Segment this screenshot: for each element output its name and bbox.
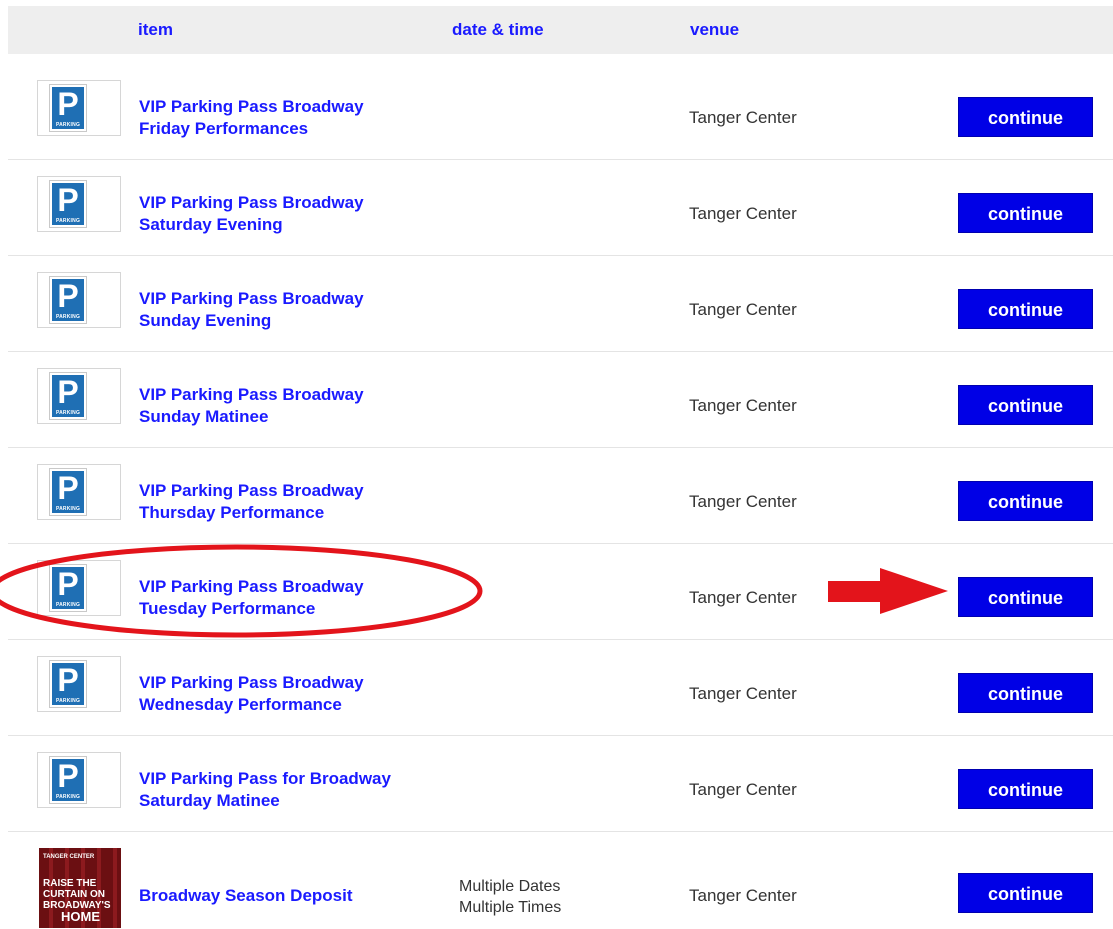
venue-name: Tanger Center <box>689 300 797 319</box>
continue-button[interactable]: continue <box>958 873 1093 913</box>
continue-button[interactable]: continue <box>958 97 1093 137</box>
parking-sign: P PARKING <box>49 276 87 324</box>
parking-word: PARKING <box>55 122 81 128</box>
parking-sign-icon[interactable]: P PARKING <box>37 176 121 232</box>
parking-word: PARKING <box>55 698 81 704</box>
parking-letter: P <box>57 758 79 794</box>
dates-line: Multiple Dates <box>459 878 561 895</box>
parking-letter: P <box>57 278 79 314</box>
parking-word: PARKING <box>55 218 81 224</box>
item-title-line1[interactable]: VIP Parking Pass Broadway <box>139 96 364 118</box>
parking-sign-icon[interactable]: P PARKING <box>37 656 121 712</box>
venue-name: Tanger Center <box>689 684 797 703</box>
continue-button[interactable]: continue <box>958 193 1093 233</box>
parking-sign: P PARKING <box>49 564 87 612</box>
parking-word: PARKING <box>55 410 81 416</box>
poster-tagline: RAISE THE CURTAIN ON BROADWAY'S <box>43 878 111 911</box>
event-dates: Multiple Dates Multiple Times <box>459 876 561 918</box>
parking-sign-icon[interactable]: P PARKING <box>37 272 121 328</box>
times-line: Multiple Times <box>459 899 562 916</box>
venue-name: Tanger Center <box>689 492 797 511</box>
parking-word: PARKING <box>55 602 81 608</box>
item-title-line1[interactable]: VIP Parking Pass Broadway <box>139 480 364 502</box>
parking-letter: P <box>57 470 79 506</box>
table-row: TANGER CENTER RAISE THE CURTAIN ON BROAD… <box>8 831 1113 929</box>
item-title-link[interactable]: Broadway Season Deposit <box>139 885 353 907</box>
continue-button[interactable]: continue <box>958 673 1093 713</box>
parking-sign-icon[interactable]: P PARKING <box>37 752 121 808</box>
item-title-link[interactable]: VIP Parking Pass Broadway Tuesday Perfor… <box>139 576 364 620</box>
item-title-line2[interactable]: Tuesday Performance <box>139 598 364 620</box>
item-title-line1[interactable]: VIP Parking Pass Broadway <box>139 672 364 694</box>
item-title-line2[interactable]: Sunday Matinee <box>139 406 364 428</box>
item-title-line2[interactable]: Sunday Evening <box>139 310 364 332</box>
parking-sign: P PARKING <box>49 756 87 804</box>
table-row: P PARKING VIP Parking Pass Broadway Thur… <box>8 447 1113 544</box>
table-row: P PARKING VIP Parking Pass for Broadway … <box>8 735 1113 832</box>
item-title-line1[interactable]: Broadway Season Deposit <box>139 885 353 907</box>
parking-word: PARKING <box>55 506 81 512</box>
item-title-line2[interactable]: Friday Performances <box>139 118 364 140</box>
item-title-line1[interactable]: VIP Parking Pass Broadway <box>139 576 364 598</box>
item-title-line2[interactable]: Saturday Evening <box>139 214 364 236</box>
poster-brand: TANGER CENTER <box>43 854 95 860</box>
parking-sign-icon[interactable]: P PARKING <box>37 80 121 136</box>
item-title-link[interactable]: VIP Parking Pass Broadway Sunday Matinee <box>139 384 364 428</box>
table-row: P PARKING VIP Parking Pass Broadway Sund… <box>8 351 1113 448</box>
column-header-datetime: date & time <box>452 20 544 39</box>
item-title-link[interactable]: VIP Parking Pass Broadway Wednesday Perf… <box>139 672 364 716</box>
parking-sign-icon[interactable]: P PARKING <box>37 368 121 424</box>
table-row: P PARKING VIP Parking Pass Broadway Tues… <box>8 543 1113 640</box>
table-row: P PARKING VIP Parking Pass Broadway Frid… <box>8 63 1113 160</box>
column-header-item: item <box>138 20 173 39</box>
parking-letter: P <box>57 182 79 218</box>
parking-word: PARKING <box>55 314 81 320</box>
item-title-link[interactable]: VIP Parking Pass for Broadway Saturday M… <box>139 768 391 812</box>
continue-button[interactable]: continue <box>958 289 1093 329</box>
item-title-line1[interactable]: VIP Parking Pass Broadway <box>139 288 364 310</box>
continue-button[interactable]: continue <box>958 769 1093 809</box>
parking-letter: P <box>57 662 79 698</box>
table-row: P PARKING VIP Parking Pass Broadway Wedn… <box>8 639 1113 736</box>
continue-button[interactable]: continue <box>958 385 1093 425</box>
parking-letter: P <box>57 86 79 122</box>
venue-name: Tanger Center <box>689 204 797 223</box>
item-title-link[interactable]: VIP Parking Pass Broadway Thursday Perfo… <box>139 480 364 524</box>
poster-home: HOME <box>61 909 100 924</box>
venue-name: Tanger Center <box>689 886 797 905</box>
parking-sign: P PARKING <box>49 660 87 708</box>
broadway-season-poster[interactable]: TANGER CENTER RAISE THE CURTAIN ON BROAD… <box>39 848 121 928</box>
table-row: P PARKING VIP Parking Pass Broadway Satu… <box>8 159 1113 256</box>
parking-word: PARKING <box>55 794 81 800</box>
parking-sign: P PARKING <box>49 84 87 132</box>
item-title-line1[interactable]: VIP Parking Pass Broadway <box>139 384 364 406</box>
item-title-line2[interactable]: Wednesday Performance <box>139 694 364 716</box>
column-header-venue: venue <box>690 20 740 39</box>
parking-sign-icon[interactable]: P PARKING <box>37 560 121 616</box>
venue-name: Tanger Center <box>689 396 797 415</box>
venue-name: Tanger Center <box>689 588 797 607</box>
item-title-line2[interactable]: Thursday Performance <box>139 502 364 524</box>
continue-button[interactable]: continue <box>958 481 1093 521</box>
item-title-line1[interactable]: VIP Parking Pass Broadway <box>139 192 364 214</box>
item-title-line2[interactable]: Saturday Matinee <box>139 790 391 812</box>
parking-sign-icon[interactable]: P PARKING <box>37 464 121 520</box>
table-header: item date & time venue <box>8 6 1113 54</box>
venue-name: Tanger Center <box>689 780 797 799</box>
parking-letter: P <box>57 374 79 410</box>
item-title-link[interactable]: VIP Parking Pass Broadway Sunday Evening <box>139 288 364 332</box>
venue-name: Tanger Center <box>689 108 797 127</box>
parking-sign: P PARKING <box>49 372 87 420</box>
parking-sign: P PARKING <box>49 180 87 228</box>
item-title-line1[interactable]: VIP Parking Pass for Broadway <box>139 768 391 790</box>
item-title-link[interactable]: VIP Parking Pass Broadway Saturday Eveni… <box>139 192 364 236</box>
parking-sign: P PARKING <box>49 468 87 516</box>
continue-button[interactable]: continue <box>958 577 1093 617</box>
parking-letter: P <box>57 566 79 602</box>
table-row: P PARKING VIP Parking Pass Broadway Sund… <box>8 255 1113 352</box>
item-title-link[interactable]: VIP Parking Pass Broadway Friday Perform… <box>139 96 364 140</box>
